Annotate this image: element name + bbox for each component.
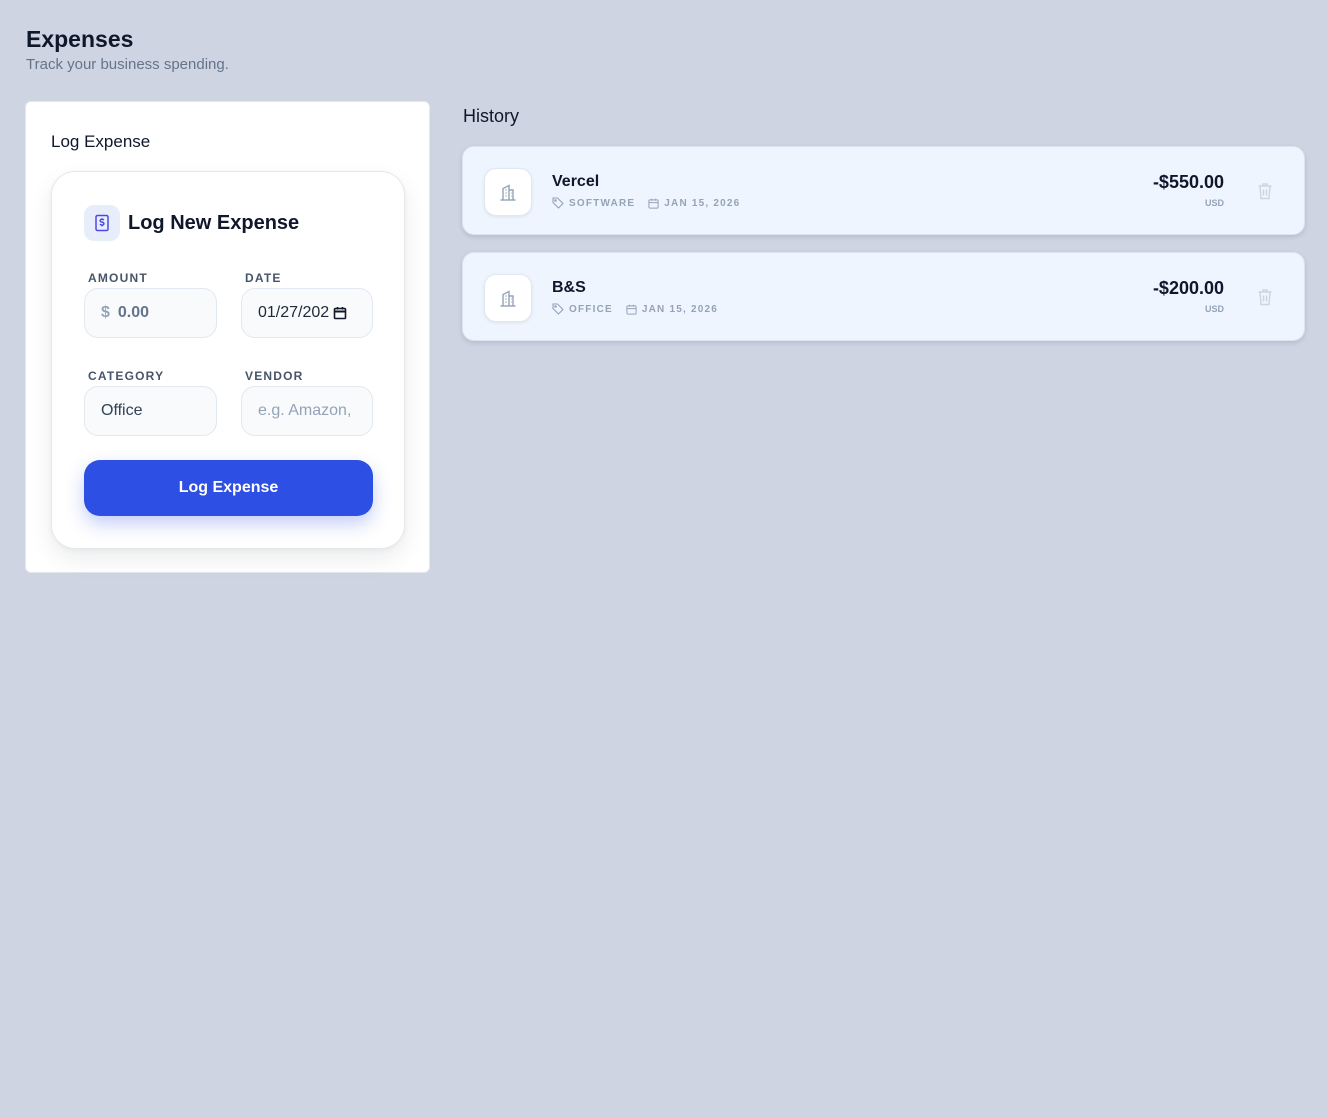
item-category: SOFTWARE: [569, 197, 636, 209]
item-currency: USD: [1204, 304, 1224, 314]
amount-input[interactable]: $ 0.00: [84, 288, 217, 338]
calendar-icon: [648, 198, 659, 209]
log-expense-form: Log New Expense AMOUNT $ 0.00 DATE 01/27…: [51, 171, 405, 549]
history-title: History: [463, 106, 520, 126]
date-input[interactable]: 01/27/202: [241, 288, 373, 338]
item-vendor: Vercel: [552, 173, 600, 190]
history-item: Vercel SOFTWARE JAN 15, 2026 -$550.00 US…: [462, 146, 1305, 235]
log-expense-button[interactable]: Log Expense: [84, 460, 373, 516]
building-icon: [484, 274, 532, 322]
vendor-placeholder: e.g. Amazon,: [258, 402, 352, 419]
building-icon: [484, 168, 532, 216]
trash-icon[interactable]: [1254, 286, 1276, 308]
receipt-dollar-icon: [84, 205, 120, 241]
category-select[interactable]: Office: [84, 386, 217, 436]
vendor-label: VENDOR: [245, 369, 304, 383]
page-title: Expenses: [26, 26, 134, 52]
log-expense-panel: Log Expense Log New Expense AMOUNT $ 0.0…: [25, 101, 430, 573]
category-label: CATEGORY: [88, 369, 165, 383]
history-list: Vercel SOFTWARE JAN 15, 2026 -$550.00 US…: [462, 146, 1305, 358]
item-meta: OFFICE JAN 15, 2026: [552, 303, 718, 315]
item-meta: SOFTWARE JAN 15, 2026: [552, 197, 740, 209]
item-amount: -$200.00: [1152, 278, 1224, 298]
form-header: Log New Expense: [84, 205, 299, 241]
item-currency: USD: [1204, 198, 1224, 208]
trash-icon[interactable]: [1254, 180, 1276, 202]
date-value: 01/27/202: [258, 304, 330, 321]
amount-placeholder: 0.00: [117, 304, 150, 321]
item-vendor: B&S: [552, 279, 586, 296]
item-category: OFFICE: [569, 303, 613, 315]
calendar-icon: [626, 304, 637, 315]
category-value: Office: [101, 402, 143, 419]
page-subtitle: Track your business spending.: [26, 56, 229, 73]
page-header: Expenses Track your business spending.: [26, 25, 229, 73]
item-date: JAN 15, 2026: [664, 197, 741, 209]
tag-icon: [552, 197, 564, 209]
item-amount: -$550.00: [1152, 172, 1224, 192]
history-item: B&S OFFICE JAN 15, 2026 -$200.00 USD: [462, 252, 1305, 341]
item-date: JAN 15, 2026: [641, 303, 718, 315]
calendar-icon[interactable]: [333, 306, 347, 320]
vendor-input[interactable]: e.g. Amazon,: [241, 386, 373, 436]
tag-icon: [552, 303, 564, 315]
currency-symbol: $: [101, 304, 110, 321]
amount-label: AMOUNT: [88, 271, 148, 285]
panel-title: Log Expense: [51, 132, 151, 151]
date-label: DATE: [245, 271, 282, 285]
form-heading: Log New Expense: [128, 211, 300, 234]
